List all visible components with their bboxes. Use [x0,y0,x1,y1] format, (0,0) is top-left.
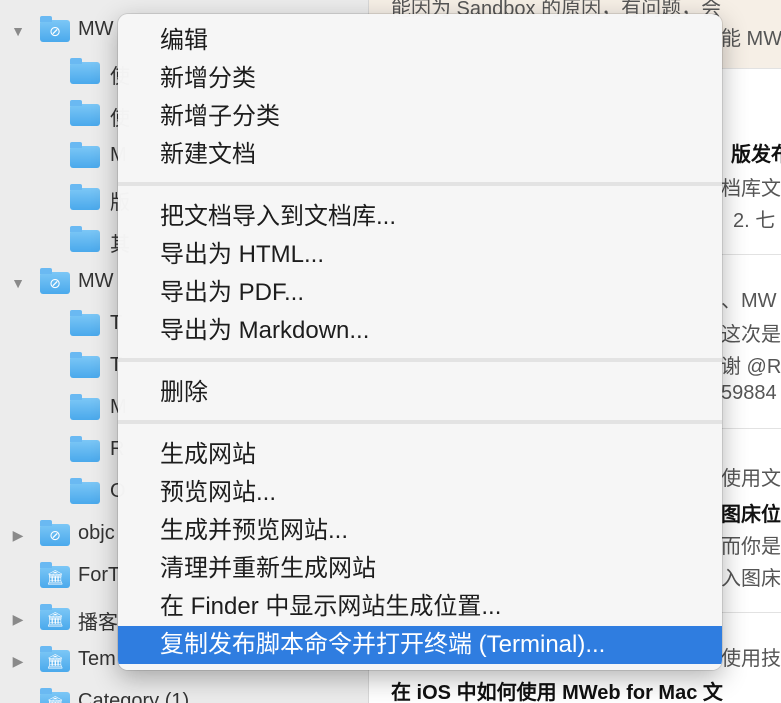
document-snippet: 谢 @Ro [721,356,781,378]
bank-folder-icon: 🏛 [40,646,70,672]
sidebar-item-label: Tem [78,648,116,670]
menu-item-generate-site[interactable]: 生成网站 [118,436,722,474]
disclosure-collapsed-icon[interactable]: ▶ [10,611,26,627]
folder-icon [70,394,100,420]
menu-item-new-subcategory[interactable]: 新增子分类 [118,98,722,136]
menu-item-edit[interactable]: 编辑 [118,22,722,60]
document-snippet: 能 MW [721,28,781,50]
menu-item-new-category[interactable]: 新增分类 [118,60,722,98]
bank-folder-icon: 🏛 [40,562,70,588]
document-snippet: 这次是 [721,324,781,346]
folder-icon [70,310,100,336]
document-snippet: 入图床 [721,568,781,590]
folder-icon [70,478,100,504]
folder-icon [70,100,100,126]
disclosure-expanded-icon[interactable]: ▼ [10,275,26,291]
document-snippet: 、MW [721,290,777,312]
sidebar-item-category[interactable]: 🏛 Category (1) [0,682,368,703]
disclosure-collapsed-icon[interactable]: ▶ [10,527,26,543]
document-snippet: 59884 [721,382,777,404]
menu-separator [118,420,722,424]
menu-item-export-pdf[interactable]: 导出为 PDF... [118,274,722,312]
menu-item-delete[interactable]: 删除 [118,374,722,412]
folder-icon [70,352,100,378]
menu-separator [118,182,722,186]
bank-folder-icon: 🏛 [40,688,70,703]
document-snippet: 2. 七 [733,210,776,232]
document-title[interactable]: 图床位 [721,498,781,527]
document-title[interactable]: 在 iOS 中如何使用 MWeb for Mac 文 [391,676,723,703]
menu-item-preview-site[interactable]: 预览网站... [118,474,722,512]
folder-icon [70,58,100,84]
menu-item-show-in-finder[interactable]: 在 Finder 中显示网站生成位置... [118,588,722,626]
document-snippet: 而你是把 [721,536,781,558]
sidebar-item-label: MW [78,270,114,292]
disclosure-expanded-icon[interactable]: ▼ [10,23,26,39]
menu-item-import-documents[interactable]: 把文档导入到文档库... [118,198,722,236]
folder-icon [70,226,100,252]
folder-icon [70,436,100,462]
menu-item-copy-publish-script[interactable]: 复制发布脚本命令并打开终端 (Terminal)... [118,626,722,664]
sidebar-item-label: ForT [78,564,121,586]
bank-folder-icon: 🏛 [40,604,70,630]
menu-separator [118,358,722,362]
sidebar-item-label: Category (1) [78,690,190,703]
document-snippet: 档库文 [721,178,781,200]
menu-item-export-html[interactable]: 导出为 HTML... [118,236,722,274]
context-menu: 编辑 新增分类 新增子分类 新建文档 把文档导入到文档库... 导出为 HTML… [118,14,722,670]
disclosure-collapsed-icon[interactable]: ▶ [10,653,26,669]
sidebar-item-label: 播客 [78,612,118,634]
menu-item-clean-and-regenerate-site[interactable]: 清理并重新生成网站 [118,550,722,588]
menu-item-new-document[interactable]: 新建文档 [118,136,722,174]
menu-item-generate-and-preview-site[interactable]: 生成并预览网站... [118,512,722,550]
document-snippet: 使用技巧 [721,648,781,670]
sidebar-item-label: objc [78,522,115,544]
safari-folder-icon: ⊘ [40,268,70,294]
folder-icon [70,184,100,210]
safari-folder-icon: ⊘ [40,520,70,546]
document-title[interactable]: 版发布 [731,138,781,167]
document-snippet: 使用文 [721,468,781,490]
sidebar-item-label: MW [78,18,114,40]
folder-icon [70,142,100,168]
menu-item-export-markdown[interactable]: 导出为 Markdown... [118,312,722,350]
safari-folder-icon: ⊘ [40,16,70,42]
